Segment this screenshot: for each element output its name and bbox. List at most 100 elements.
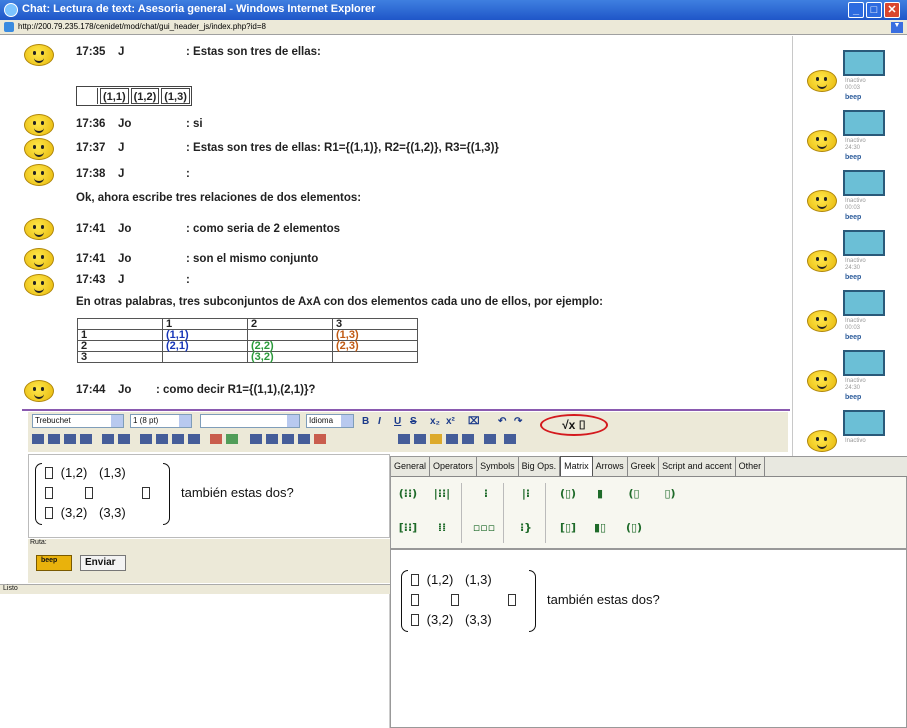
tab-other[interactable]: Other — [736, 457, 766, 476]
user-status: Inactivo 24:30 — [845, 378, 866, 391]
tab-arrows[interactable]: Arrows — [593, 457, 628, 476]
spellcheck-icon[interactable] — [504, 434, 516, 444]
user-item[interactable]: Inactivo 00:03 beep — [807, 50, 902, 104]
user-photo — [843, 350, 885, 376]
tab-general[interactable]: General — [391, 457, 431, 476]
tab-matrix[interactable]: Matrix — [560, 456, 593, 476]
equation-editor-button[interactable]: √x ⌷ — [540, 414, 608, 436]
language-select[interactable]: Idioma — [306, 414, 354, 428]
matrix-2x2-paren-icon[interactable]: (⁝⁝) — [395, 483, 421, 505]
image-icon[interactable] — [414, 434, 426, 444]
message-time: 17:37 — [76, 142, 106, 154]
subscript-icon[interactable]: x₂ — [430, 416, 440, 427]
ordered-list-icon[interactable] — [140, 434, 152, 444]
address-bar[interactable]: http://200.79.235.178/cenidet/mod/chat/g… — [0, 20, 907, 35]
special-char-icon[interactable] — [446, 434, 458, 444]
internet-explorer-icon — [4, 3, 18, 17]
beep-link[interactable]: beep — [845, 334, 861, 341]
bracket-box-icon[interactable]: ▮ — [587, 483, 613, 505]
unordered-list-icon[interactable] — [156, 434, 168, 444]
underline-button[interactable]: U — [394, 416, 401, 427]
html-source-icon[interactable] — [484, 434, 496, 444]
equation-preview[interactable]: (1,2) (1,3) (3,2) (3,3) también estas do… — [390, 549, 907, 728]
matrix-cell: (1,3) — [98, 465, 126, 480]
bold-button[interactable]: B — [362, 416, 369, 427]
left-paren-box-icon[interactable]: (▯ — [621, 483, 647, 505]
matrix-3x2-icon[interactable]: ⁞⁞ — [429, 517, 455, 539]
highlight-color-icon[interactable] — [226, 434, 238, 444]
beep-link[interactable]: beep — [845, 154, 861, 161]
horizontal-rule-icon[interactable] — [250, 434, 262, 444]
beep-link[interactable]: beep — [845, 214, 861, 221]
close-button[interactable]: ✕ — [884, 2, 900, 18]
brace-column-icon[interactable]: ⁝} — [513, 517, 539, 539]
tab-big-ops[interactable]: Big Ops. — [519, 457, 561, 476]
superscript-icon[interactable]: x² — [446, 416, 455, 427]
anchor-icon[interactable] — [266, 434, 278, 444]
text-color-icon[interactable] — [210, 434, 222, 444]
user-item[interactable]: Inactivo 00:03 beep — [807, 290, 902, 344]
table-icon[interactable] — [398, 434, 410, 444]
double-bar-box-icon[interactable]: ▮▯ — [587, 517, 613, 539]
address-url[interactable]: http://200.79.235.178/cenidet/mod/chat/g… — [18, 22, 266, 31]
user-item[interactable]: Inactivo 00:03 beep — [807, 170, 902, 224]
beep-link[interactable]: beep — [845, 274, 861, 281]
message-user: J — [118, 46, 125, 58]
size-select[interactable]: 1 (8 pt) — [130, 414, 192, 428]
address-dropdown-icon[interactable]: ▼ — [891, 22, 903, 33]
strike-button[interactable]: S — [410, 416, 417, 427]
maximize-button[interactable]: □ — [866, 2, 882, 18]
right-paren-box-icon[interactable]: ▯) — [657, 483, 683, 505]
indent-icon[interactable] — [188, 434, 200, 444]
align-center-icon[interactable] — [48, 434, 60, 444]
message-editor[interactable]: (1,2) (1,3) (3,2) (3,3) también estas do… — [28, 454, 390, 538]
message-text: : Estas son tres de ellas: R1={(1,1)}, R… — [186, 142, 499, 154]
link-icon[interactable] — [282, 434, 294, 444]
user-item[interactable]: Inactivo 24:30 beep — [807, 350, 902, 404]
beep-link[interactable]: beep — [845, 94, 861, 101]
style-select[interactable] — [200, 414, 300, 428]
font-select[interactable]: Trebuchet — [32, 414, 124, 428]
minimize-button[interactable]: _ — [848, 2, 864, 18]
column-vector-icon[interactable]: ⁝ — [473, 483, 499, 505]
user-item[interactable]: Inactivo 24:30 beep — [807, 110, 902, 164]
beep-link[interactable]: beep — [845, 394, 861, 401]
table-cell: 3 — [77, 351, 163, 363]
redo-icon[interactable]: ↷ — [514, 416, 522, 427]
table-row: 3 (3,2) — [77, 351, 418, 363]
ltr-icon[interactable] — [102, 434, 114, 444]
tab-symbols[interactable]: Symbols — [477, 457, 519, 476]
rtl-icon[interactable] — [118, 434, 130, 444]
tab-operators[interactable]: Operators — [430, 457, 478, 476]
square-bracket-box-icon[interactable]: [▯] — [555, 517, 581, 539]
user-item[interactable]: Inactivo 24:30 beep — [807, 230, 902, 284]
preview-icon[interactable] — [462, 434, 474, 444]
unlink-red-icon[interactable] — [314, 434, 326, 444]
align-right-icon[interactable] — [64, 434, 76, 444]
align-left-icon[interactable] — [32, 434, 44, 444]
placeholder-box-icon — [45, 507, 53, 519]
tab-greek[interactable]: Greek — [628, 457, 660, 476]
double-paren-box-icon[interactable]: (▯) — [621, 517, 647, 539]
unlink-icon[interactable] — [298, 434, 310, 444]
smiley-insert-icon[interactable] — [430, 434, 442, 444]
message-text: : como decir R1={(1,1),(2,1)}? — [156, 384, 316, 396]
bracket-column-icon[interactable]: |⁝ — [513, 483, 539, 505]
placeholder-box-icon — [142, 487, 151, 499]
undo-icon[interactable]: ↶ — [498, 416, 506, 427]
placeholder-box-icon — [411, 574, 419, 586]
clean-format-icon[interactable]: ⌧ — [468, 416, 480, 427]
paren-box-icon[interactable]: (▯) — [555, 483, 581, 505]
outdent-icon[interactable] — [172, 434, 184, 444]
row-vector-icon[interactable]: ▫▫▫ — [471, 517, 497, 539]
tab-script-accent[interactable]: Script and accent — [659, 457, 736, 476]
matrix-2x2-bars-icon[interactable]: |⁝⁝| — [429, 483, 455, 505]
status-bar: Listo — [0, 584, 390, 594]
beep-button[interactable]: beep — [36, 555, 72, 571]
italic-button[interactable]: I — [378, 416, 381, 427]
message-text: : — [186, 274, 190, 286]
matrix-2x2-bracket-icon[interactable]: [⁝⁝] — [395, 517, 421, 539]
mini-cell: (1,3) — [161, 88, 190, 104]
justify-icon[interactable] — [80, 434, 92, 444]
send-button[interactable]: Enviar — [80, 555, 126, 571]
